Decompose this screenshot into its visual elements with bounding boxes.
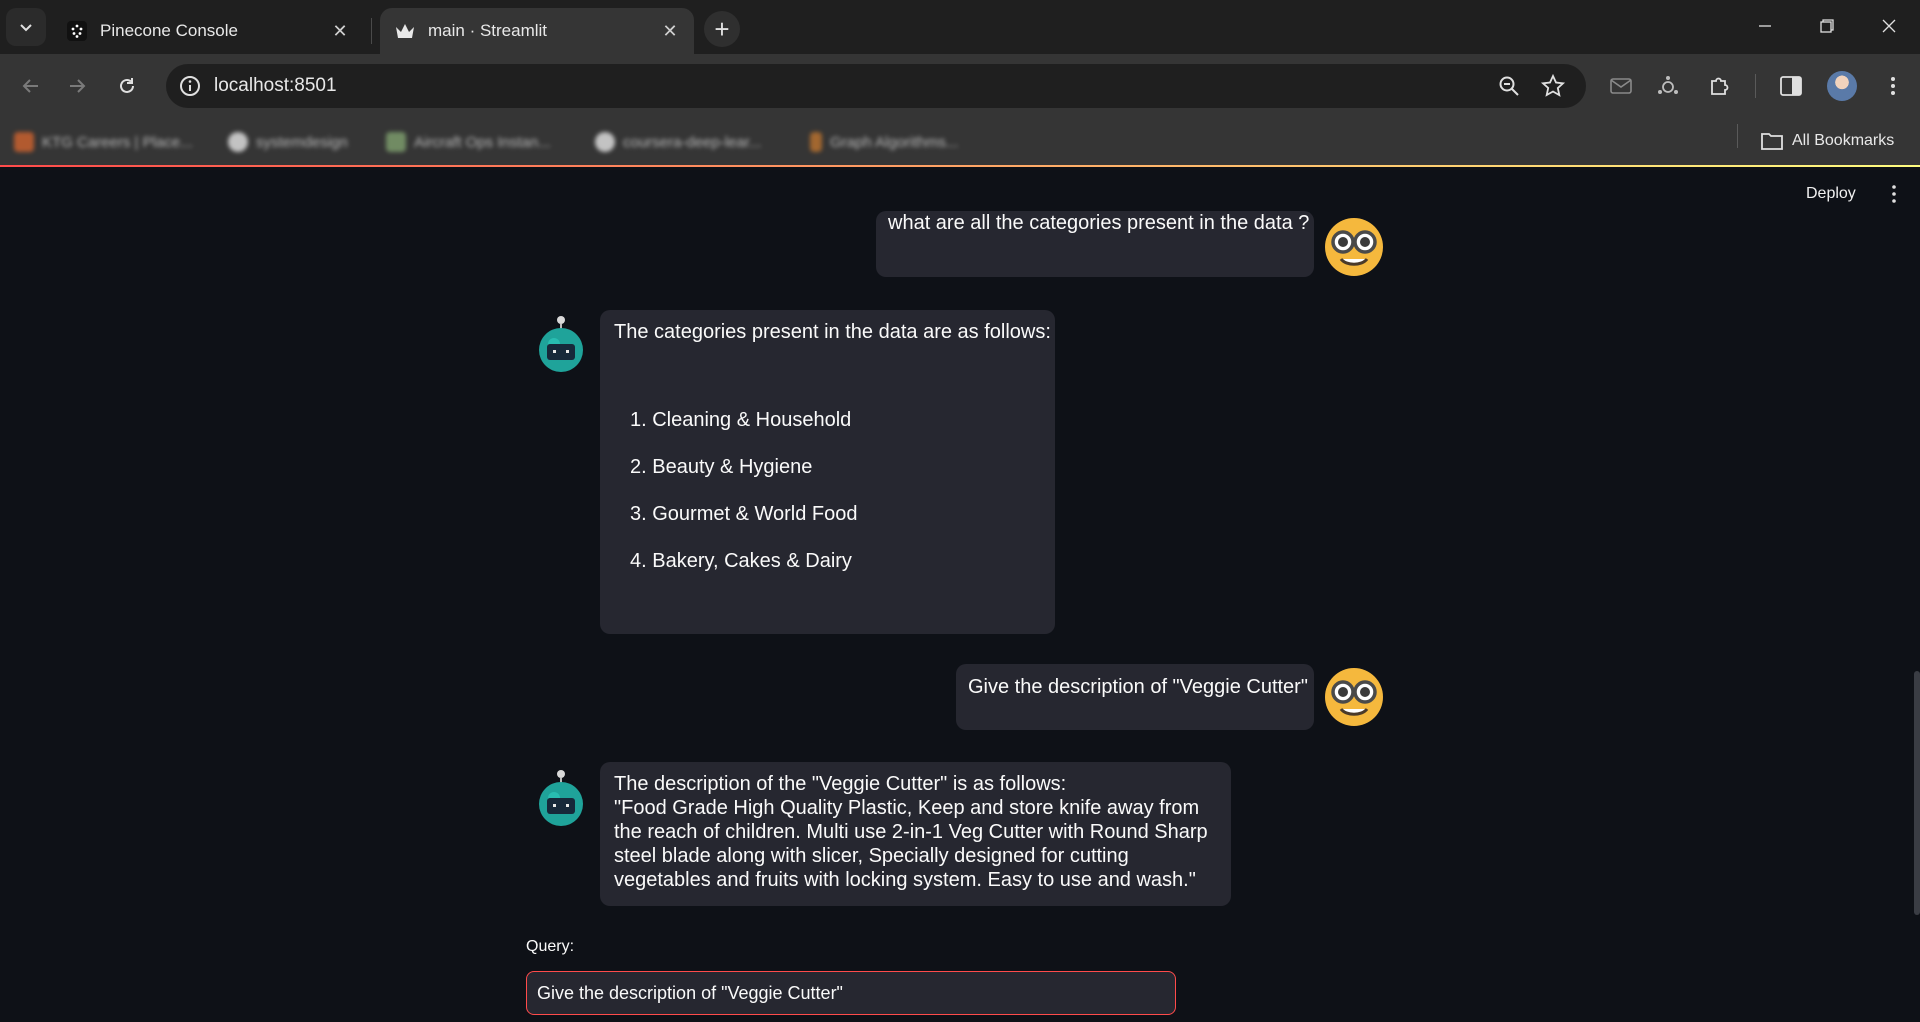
tab-pinecone-console[interactable]: Pinecone Console ✕	[52, 8, 364, 54]
list-item: 2. Beauty & Hygiene	[630, 456, 813, 478]
nerd-face-emoji	[1325, 668, 1383, 726]
extension-icon[interactable]	[1654, 72, 1682, 100]
github-icon	[595, 132, 615, 152]
zoom-icon[interactable]	[1496, 73, 1522, 99]
address-bar[interactable]: localhost:8501	[166, 64, 1586, 108]
robot-avatar	[539, 316, 583, 372]
minimize-icon	[1759, 25, 1771, 27]
all-bookmarks-button[interactable]: All Bookmarks	[1760, 127, 1894, 155]
bookmark-item[interactable]: Graph Algorithms...	[810, 126, 958, 158]
browser-toolbar: localhost:8501	[0, 54, 1920, 118]
ktg-favicon	[14, 132, 34, 152]
assistant-message: The categories present in the data are a…	[600, 310, 1055, 634]
tab-strip: Pinecone Console ✕ main · Streamlit ✕ +	[0, 0, 1920, 54]
category-list: 1. Cleaning & Household 2. Beauty & Hygi…	[630, 408, 858, 596]
message-text: The description of the "Veggie Cutter" i…	[614, 772, 1208, 892]
scrollbar[interactable]	[1914, 671, 1920, 915]
profile-avatar[interactable]	[1827, 71, 1857, 101]
restore-button[interactable]	[1804, 6, 1850, 46]
assistant-message: The description of the "Veggie Cutter" i…	[600, 762, 1231, 906]
mail-extension-icon[interactable]	[1607, 72, 1635, 100]
message-line: steel blade along with slicer, Specially…	[614, 845, 1129, 867]
message-line: "Food Grade High Quality Plastic, Keep a…	[614, 797, 1200, 819]
browser-menu-icon[interactable]	[1879, 72, 1907, 100]
bookmark-item[interactable]: coursera-deep-lear...	[595, 126, 761, 158]
message-line: vegetables and fruits with locking syste…	[614, 869, 1196, 891]
bookmark-label: Graph Algorithms...	[830, 133, 959, 151]
side-panel-icon[interactable]	[1777, 72, 1805, 100]
all-bookmarks-label: All Bookmarks	[1792, 132, 1895, 149]
bookmark-star-icon[interactable]	[1540, 73, 1566, 99]
nerd-face-emoji	[1325, 218, 1383, 276]
bookmark-item[interactable]: KTG Careers | Place...	[14, 126, 193, 158]
message-text: what are all the categories present in t…	[888, 212, 1310, 234]
toolbar-divider	[1755, 74, 1756, 98]
close-icon[interactable]: ✕	[326, 17, 354, 45]
extensions-puzzle-icon[interactable]	[1706, 72, 1734, 100]
bookmark-label: Aircraft Ops Instan...	[414, 133, 551, 151]
query-label: Query:	[526, 938, 575, 955]
chevron-down-icon	[20, 24, 32, 32]
user-message: Give the description of "Veggie Cutter"	[956, 664, 1314, 730]
close-window-button[interactable]	[1866, 6, 1912, 46]
minimize-button[interactable]	[1742, 6, 1788, 46]
arrow-left-icon	[22, 79, 38, 93]
close-icon[interactable]: ✕	[656, 17, 684, 45]
back-button[interactable]	[12, 67, 50, 105]
bookmarks-bar: KTG Careers | Place... systemdesign Airc…	[0, 118, 1920, 166]
main-menu-icon[interactable]	[1891, 184, 1897, 204]
bookmark-label: coursera-deep-lear...	[623, 133, 762, 151]
bookmark-label: systemdesign	[256, 133, 348, 151]
bookmarks-divider	[1737, 124, 1738, 148]
tab-title: Pinecone Console	[100, 21, 238, 40]
message-text: The categories present in the data are a…	[614, 321, 1051, 343]
pinecone-icon	[66, 20, 88, 42]
bookmark-item[interactable]: Aircraft Ops Instan...	[386, 126, 551, 158]
robot-avatar	[539, 770, 583, 826]
bookmark-label: KTG Careers | Place...	[42, 133, 193, 151]
tab-title: main · Streamlit	[428, 21, 548, 40]
close-icon	[1882, 19, 1896, 33]
arrow-right-icon	[70, 79, 86, 93]
deploy-button[interactable]: Deploy	[1806, 185, 1856, 203]
forward-button[interactable]	[58, 67, 96, 105]
tab-search-button[interactable]	[6, 8, 46, 46]
reload-button[interactable]	[108, 67, 146, 105]
streamlit-app: Deploy what are all the categories prese…	[0, 167, 1920, 1022]
tab-divider	[371, 18, 372, 44]
reload-icon	[120, 78, 134, 93]
list-item: 3. Gourmet & World Food	[630, 503, 858, 525]
tab-main-streamlit[interactable]: main · Streamlit ✕	[380, 8, 694, 54]
page-favicon	[810, 132, 822, 152]
message-line: The description of the "Veggie Cutter" i…	[614, 773, 1067, 795]
message-text: Give the description of "Veggie Cutter"	[968, 676, 1308, 698]
github-icon	[228, 132, 248, 152]
page-favicon	[386, 132, 406, 152]
query-input[interactable]	[526, 971, 1176, 1015]
url-text: localhost:8501	[214, 75, 337, 96]
list-item: 1. Cleaning & Household	[630, 409, 852, 431]
restore-icon	[1820, 19, 1834, 33]
folder-icon	[1761, 133, 1783, 150]
site-info-icon[interactable]	[178, 74, 202, 98]
bookmark-item[interactable]: systemdesign	[228, 126, 348, 158]
message-line: the reach of children. Multi use 2-in-1 …	[614, 821, 1208, 843]
streamlit-crown-icon	[394, 20, 416, 42]
list-item: 4. Bakery, Cakes & Dairy	[630, 550, 852, 572]
new-tab-button[interactable]: +	[704, 11, 740, 47]
user-message: what are all the categories present in t…	[876, 211, 1314, 277]
